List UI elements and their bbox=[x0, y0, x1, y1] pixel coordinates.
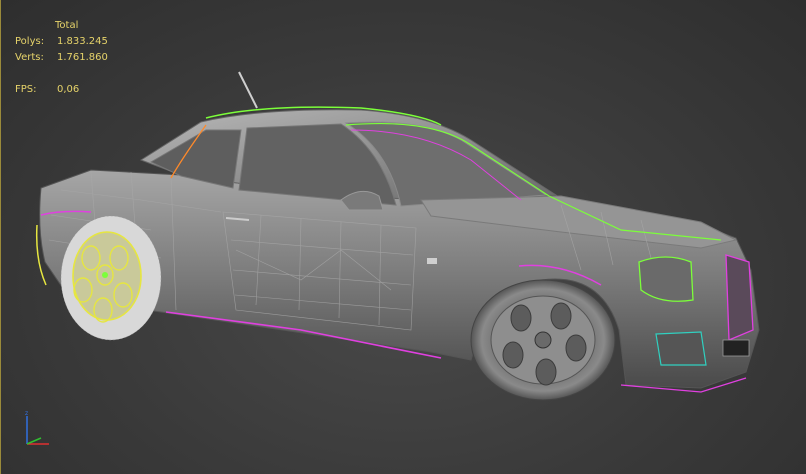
polys-value: 1.833.245 bbox=[57, 36, 108, 47]
fps-label: FPS: bbox=[15, 84, 37, 95]
stats-total-header: Total bbox=[55, 20, 79, 31]
selection-headlight-green bbox=[638, 256, 694, 302]
fps-value: 0,06 bbox=[57, 84, 80, 95]
front-wheel[interactable] bbox=[470, 279, 616, 401]
license-plate bbox=[722, 339, 750, 357]
axis-tripod-icon: z bbox=[25, 410, 49, 445]
selection-grille-magenta bbox=[725, 254, 754, 341]
antenna bbox=[238, 71, 258, 109]
rear-wheel[interactable] bbox=[60, 215, 162, 341]
perspective-viewport[interactable]: Total Polys: 1.833.245 Verts: 1.761.860 … bbox=[0, 0, 806, 474]
side-badge bbox=[427, 258, 437, 264]
verts-label: Verts: bbox=[15, 52, 44, 63]
verts-value: 1.761.860 bbox=[57, 52, 108, 63]
car-model-render[interactable] bbox=[1, 0, 806, 474]
polys-label: Polys: bbox=[15, 36, 45, 47]
selection-foglight-teal bbox=[655, 331, 707, 366]
svg-text:z: z bbox=[25, 410, 28, 417]
